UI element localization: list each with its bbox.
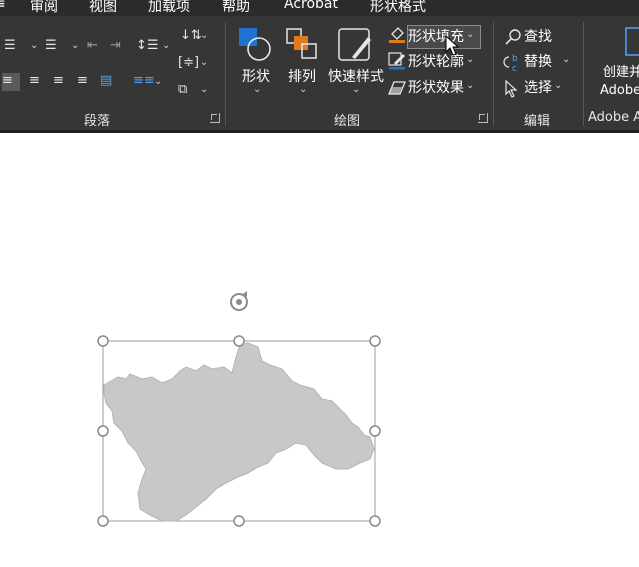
chevron-down-icon[interactable]: ⌄ xyxy=(200,57,208,68)
mouse-cursor-icon xyxy=(445,34,460,56)
align-left-icon[interactable]: ≡ xyxy=(2,73,20,91)
align-right-icon[interactable]: ≡ xyxy=(53,73,64,89)
search-icon xyxy=(505,29,521,45)
chevron-down-icon[interactable]: ⌄ xyxy=(30,40,38,51)
group-separator xyxy=(493,22,494,126)
align-center-icon[interactable]: ≡ xyxy=(29,73,40,89)
smartart-convert-icon[interactable]: ⧉ xyxy=(178,82,187,98)
select-arrow-icon xyxy=(505,79,518,98)
rotate-handle-icon[interactable] xyxy=(230,291,248,311)
resize-handle-right[interactable] xyxy=(369,425,381,437)
replace-icon: b c xyxy=(503,54,518,74)
chevron-down-icon[interactable]: ⌄ xyxy=(71,40,79,51)
shape-effects-label: 形状效果 xyxy=(408,80,464,96)
create-adobe-pdf-label-line2: Adobe xyxy=(600,83,639,98)
resize-handle-left[interactable] xyxy=(97,425,109,437)
chevron-down-icon[interactable]: ⌄ xyxy=(154,76,162,87)
find-label: 查找 xyxy=(524,29,552,45)
resize-handle-top[interactable] xyxy=(233,335,245,347)
svg-text:b: b xyxy=(512,54,518,64)
tab-help[interactable]: 帮助 xyxy=(222,0,250,16)
resize-handle-bottom-right[interactable] xyxy=(369,515,381,527)
drawing-dialog-launcher-icon[interactable] xyxy=(478,113,488,123)
arrange-label: 排列 xyxy=(288,69,316,85)
select-label: 选择 xyxy=(524,80,552,96)
resize-handle-top-left[interactable] xyxy=(97,335,109,347)
svg-text:c: c xyxy=(512,64,517,74)
align-text-icon[interactable]: [≑] xyxy=(178,55,199,71)
shapes-label: 形状 xyxy=(242,69,270,85)
chevron-down-icon[interactable]: ⌄ xyxy=(200,84,208,95)
columns-icon[interactable]: ≡≡ xyxy=(133,73,155,89)
chevron-down-icon: ⌄ xyxy=(352,84,361,95)
chevron-down-icon: ⌄ xyxy=(466,54,475,65)
adobe-pdf-icon xyxy=(625,27,639,56)
replace-label: 替换 xyxy=(524,54,552,70)
slide-canvas[interactable] xyxy=(0,133,639,567)
chevron-down-icon: ⌄ xyxy=(299,84,308,95)
tab-acrobat[interactable]: Acrobat xyxy=(284,0,338,12)
bullets-icon[interactable]: ☰ xyxy=(4,38,16,54)
group-separator xyxy=(225,22,226,126)
decrease-indent-icon[interactable]: ⇤ xyxy=(87,38,98,54)
shape-effects-icon xyxy=(388,81,406,95)
arrange-icon xyxy=(286,28,317,59)
paragraph-dialog-launcher-icon[interactable] xyxy=(210,113,220,123)
tab-view[interactable]: 视图 xyxy=(89,0,117,16)
chevron-down-icon: ⌄ xyxy=(554,80,563,91)
distribute-icon[interactable]: ▤ xyxy=(100,73,112,89)
ribbon-tab-bar: ≡ 审阅 视图 加载项 帮助 Acrobat 形状格式 xyxy=(0,0,639,16)
chevron-down-icon: ⌄ xyxy=(562,54,571,65)
pen-outline-icon xyxy=(388,52,405,70)
resize-handle-bottom[interactable] xyxy=(233,515,245,527)
chevron-down-icon: ⌄ xyxy=(253,84,262,95)
selection-layer xyxy=(97,291,381,527)
chevron-down-icon: ⌄ xyxy=(466,80,475,91)
numbering-icon[interactable]: ☰ xyxy=(45,38,57,54)
increase-indent-icon[interactable]: ⇥ xyxy=(110,38,121,54)
chevron-down-icon: ⌄ xyxy=(466,29,475,40)
group-label-adobe: Adobe A xyxy=(588,110,639,125)
group-separator xyxy=(583,22,584,126)
quick-styles-label: 快速样式 xyxy=(328,69,384,85)
justify-icon[interactable]: ≡ xyxy=(77,73,88,89)
tab-addins[interactable]: 加载项 xyxy=(148,0,190,16)
shapes-icon xyxy=(239,28,271,61)
tab-partial-start[interactable]: ≡ xyxy=(0,0,6,12)
paint-bucket-icon xyxy=(389,27,405,43)
resize-handle-top-right[interactable] xyxy=(369,335,381,347)
group-label-drawing: 绘图 xyxy=(334,114,361,129)
chevron-down-icon[interactable]: ⌄ xyxy=(200,30,208,41)
map-region-shape[interactable] xyxy=(103,342,375,522)
line-spacing-icon[interactable]: ↕☰ xyxy=(136,38,159,54)
quick-styles-icon xyxy=(338,28,371,61)
group-label-editing: 编辑 xyxy=(524,114,551,129)
chevron-down-icon[interactable]: ⌄ xyxy=(162,40,170,51)
tab-shape-format[interactable]: 形状格式 xyxy=(370,0,426,16)
group-label-paragraph: 段落 xyxy=(84,114,111,129)
create-adobe-pdf-label-line1: 创建并 xyxy=(603,65,639,80)
tab-review[interactable]: 审阅 xyxy=(30,0,58,16)
text-direction-icon[interactable]: ↓⇅ xyxy=(180,28,202,44)
resize-handle-bottom-left[interactable] xyxy=(97,515,109,527)
